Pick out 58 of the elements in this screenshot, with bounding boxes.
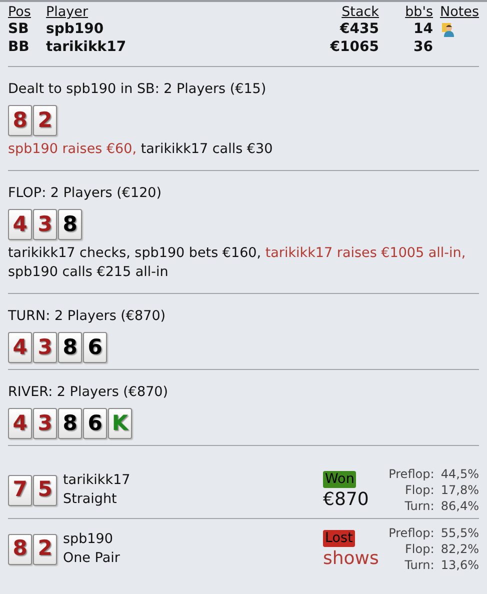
result-amount: €870 xyxy=(323,489,370,512)
column-header: Player xyxy=(46,5,90,20)
playing-card: 5 xyxy=(33,474,57,506)
playing-card: 8 xyxy=(58,408,82,439)
table-cell: tarikikk17 xyxy=(46,39,126,55)
player-name: spb190 xyxy=(63,530,114,549)
playing-card: 6 xyxy=(83,332,107,363)
action-text: tarikikk17 checks, spb190 bets €160, tarikikk17 raises €1005 all-in, spb190 calls €215 all-in xyxy=(8,244,467,282)
playing-card: 3 xyxy=(33,209,57,240)
action-text: spb190 raises €60, tarikikk17 calls €30 xyxy=(8,140,274,159)
hand-rank: One Pair xyxy=(63,549,121,568)
equity-label: Preflop: xyxy=(388,466,434,482)
table-cell: spb190 xyxy=(46,21,104,37)
table-cell: 36 xyxy=(414,39,433,55)
playing-card: 8 xyxy=(58,332,82,363)
playing-card: 2 xyxy=(33,105,57,136)
hand-rank: Straight xyxy=(63,490,118,509)
result-badge: Lost xyxy=(323,530,355,547)
playing-card: 6 xyxy=(83,408,107,439)
playing-card: K xyxy=(108,408,132,439)
equity-label: Preflop: xyxy=(388,525,434,541)
playing-card: 3 xyxy=(33,332,57,363)
notes-icon[interactable] xyxy=(441,22,456,37)
equity-value: 13,6% xyxy=(440,557,479,573)
street-heading: TURN: 2 Players (€870) xyxy=(8,307,167,325)
playing-card: 4 xyxy=(8,332,32,363)
equity-value: 82,2% xyxy=(440,541,479,557)
playing-card: 8 xyxy=(8,534,32,564)
player-name: tarikikk17 xyxy=(63,471,132,490)
equity-label: Turn: xyxy=(404,498,434,514)
equity-label: Flop: xyxy=(404,482,434,498)
column-header: Notes xyxy=(433,5,479,20)
street-heading: RIVER: 2 Players (€870) xyxy=(8,383,170,401)
table-cell: SB xyxy=(8,21,29,37)
equity-value: 17,8% xyxy=(440,482,479,498)
playing-card: 3 xyxy=(33,408,57,439)
column-header: Stack xyxy=(340,5,379,20)
result-amount: shows xyxy=(323,548,380,570)
equity-value: 55,5% xyxy=(440,525,479,541)
equity-value: 44,5% xyxy=(440,466,479,482)
result-badge: Won xyxy=(323,470,356,488)
column-header: Pos xyxy=(8,5,46,20)
playing-card: 2 xyxy=(33,534,57,564)
column-header: bb's xyxy=(379,5,433,20)
street-heading: FLOP: 2 Players (€120) xyxy=(8,184,163,202)
playing-card: 4 xyxy=(8,408,32,439)
equity-label: Flop: xyxy=(404,541,434,557)
table-cell: 14 xyxy=(414,21,433,37)
street-heading: Dealt to spb190 in SB: 2 Players (€15) xyxy=(8,80,268,98)
equity-label: Turn: xyxy=(404,557,434,573)
playing-card: 8 xyxy=(58,209,82,240)
table-cell: €1065 xyxy=(330,39,379,55)
table-cell: €435 xyxy=(340,21,379,37)
table-cell: BB xyxy=(8,39,30,55)
equity-value: 86,4% xyxy=(440,498,479,514)
playing-card: 4 xyxy=(8,209,32,240)
playing-card: 8 xyxy=(8,105,32,136)
playing-card: 7 xyxy=(8,474,32,506)
